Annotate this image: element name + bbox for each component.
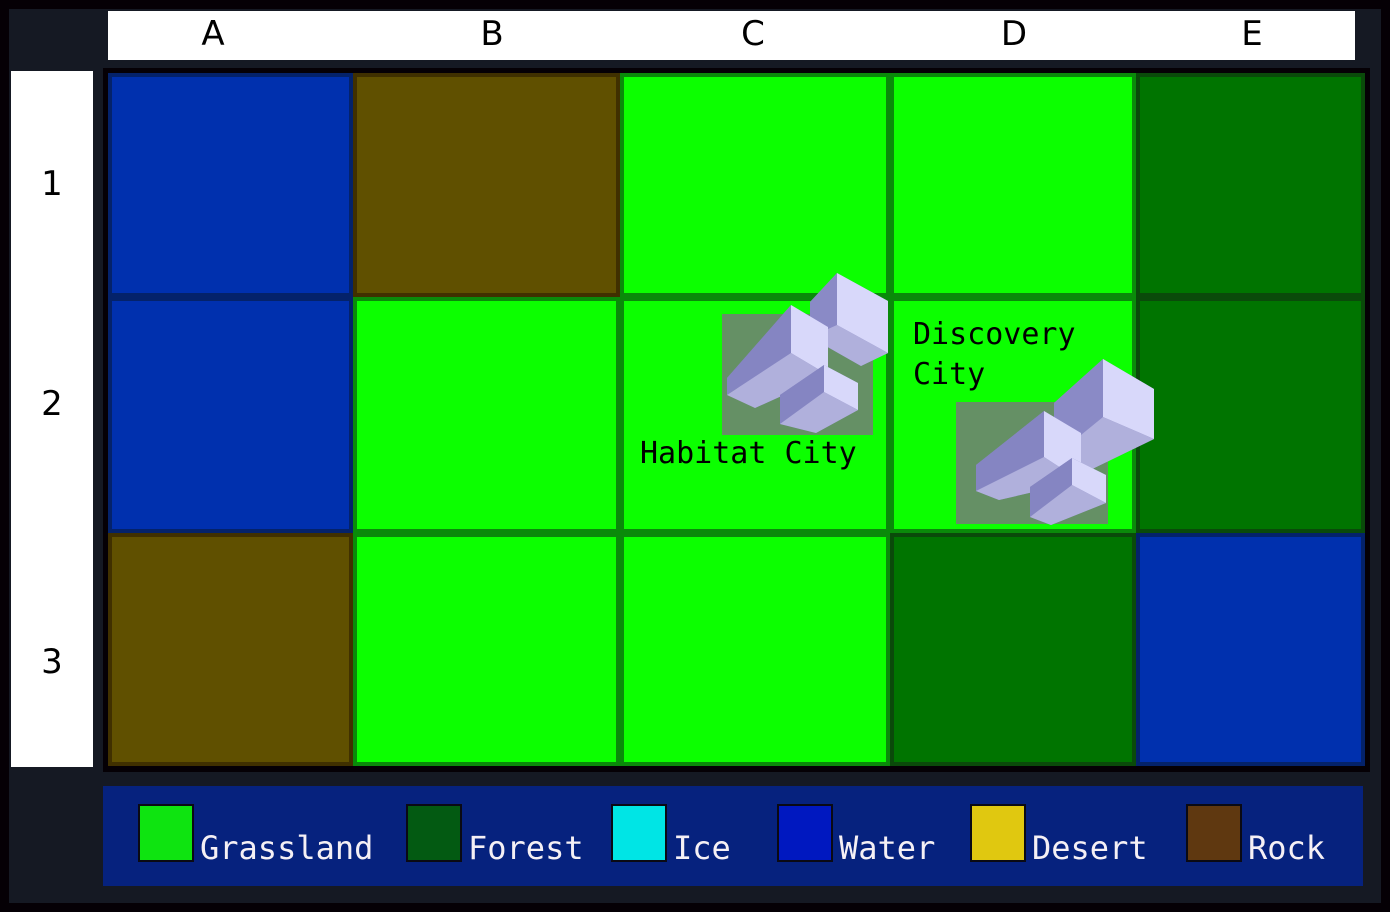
map-cell-a2[interactable] (108, 297, 353, 533)
map-cell-d3[interactable] (890, 533, 1136, 766)
map-cell-b1[interactable] (353, 73, 620, 297)
legend-label: Water (839, 829, 936, 867)
map-cell-c1[interactable] (620, 73, 890, 297)
city-buildings-icon (722, 273, 888, 435)
column-label-b: B (480, 14, 504, 54)
legend-label: Desert (1032, 829, 1148, 867)
map-cell-b3[interactable] (353, 533, 620, 766)
legend-label: Rock (1248, 829, 1326, 867)
column-label-c: C (741, 14, 765, 54)
legend-label: Ice (673, 829, 731, 867)
legend-label: Grassland (200, 829, 374, 867)
column-label-e: E (1241, 14, 1263, 54)
map-cell-d1[interactable] (890, 73, 1136, 297)
city-label-habitat: Habitat City (640, 436, 857, 471)
legend-swatch-forest (406, 804, 462, 862)
legend-swatch-rock (1186, 804, 1242, 862)
row-label-2: 2 (41, 384, 63, 424)
map-cell-e1[interactable] (1136, 73, 1365, 297)
city-label-discovery: Discovery City (913, 317, 1076, 392)
legend-swatch-ice (611, 804, 667, 862)
legend-label: Forest (468, 829, 584, 867)
map-cell-b2[interactable] (353, 297, 620, 533)
legend-swatch-water (777, 804, 833, 862)
legend-swatch-grassland (138, 804, 194, 862)
row-header-bar: 1 2 3 (11, 71, 93, 767)
column-header-bar: A B C D E (108, 11, 1355, 60)
map-cell-a1[interactable] (108, 73, 353, 297)
column-label-a: A (201, 14, 225, 54)
row-label-1: 1 (41, 164, 63, 204)
map-cell-a3[interactable] (108, 533, 353, 766)
city-habitat[interactable] (720, 270, 890, 440)
map-cell-e3[interactable] (1136, 533, 1365, 766)
map-cell-c3[interactable] (620, 533, 890, 766)
column-label-d: D (1000, 14, 1028, 54)
legend-swatch-desert (970, 804, 1026, 862)
row-label-3: 3 (41, 642, 63, 682)
map-cell-e2[interactable] (1136, 297, 1365, 533)
terrain-legend: Grassland Forest Ice Water Desert Rock (103, 786, 1363, 886)
